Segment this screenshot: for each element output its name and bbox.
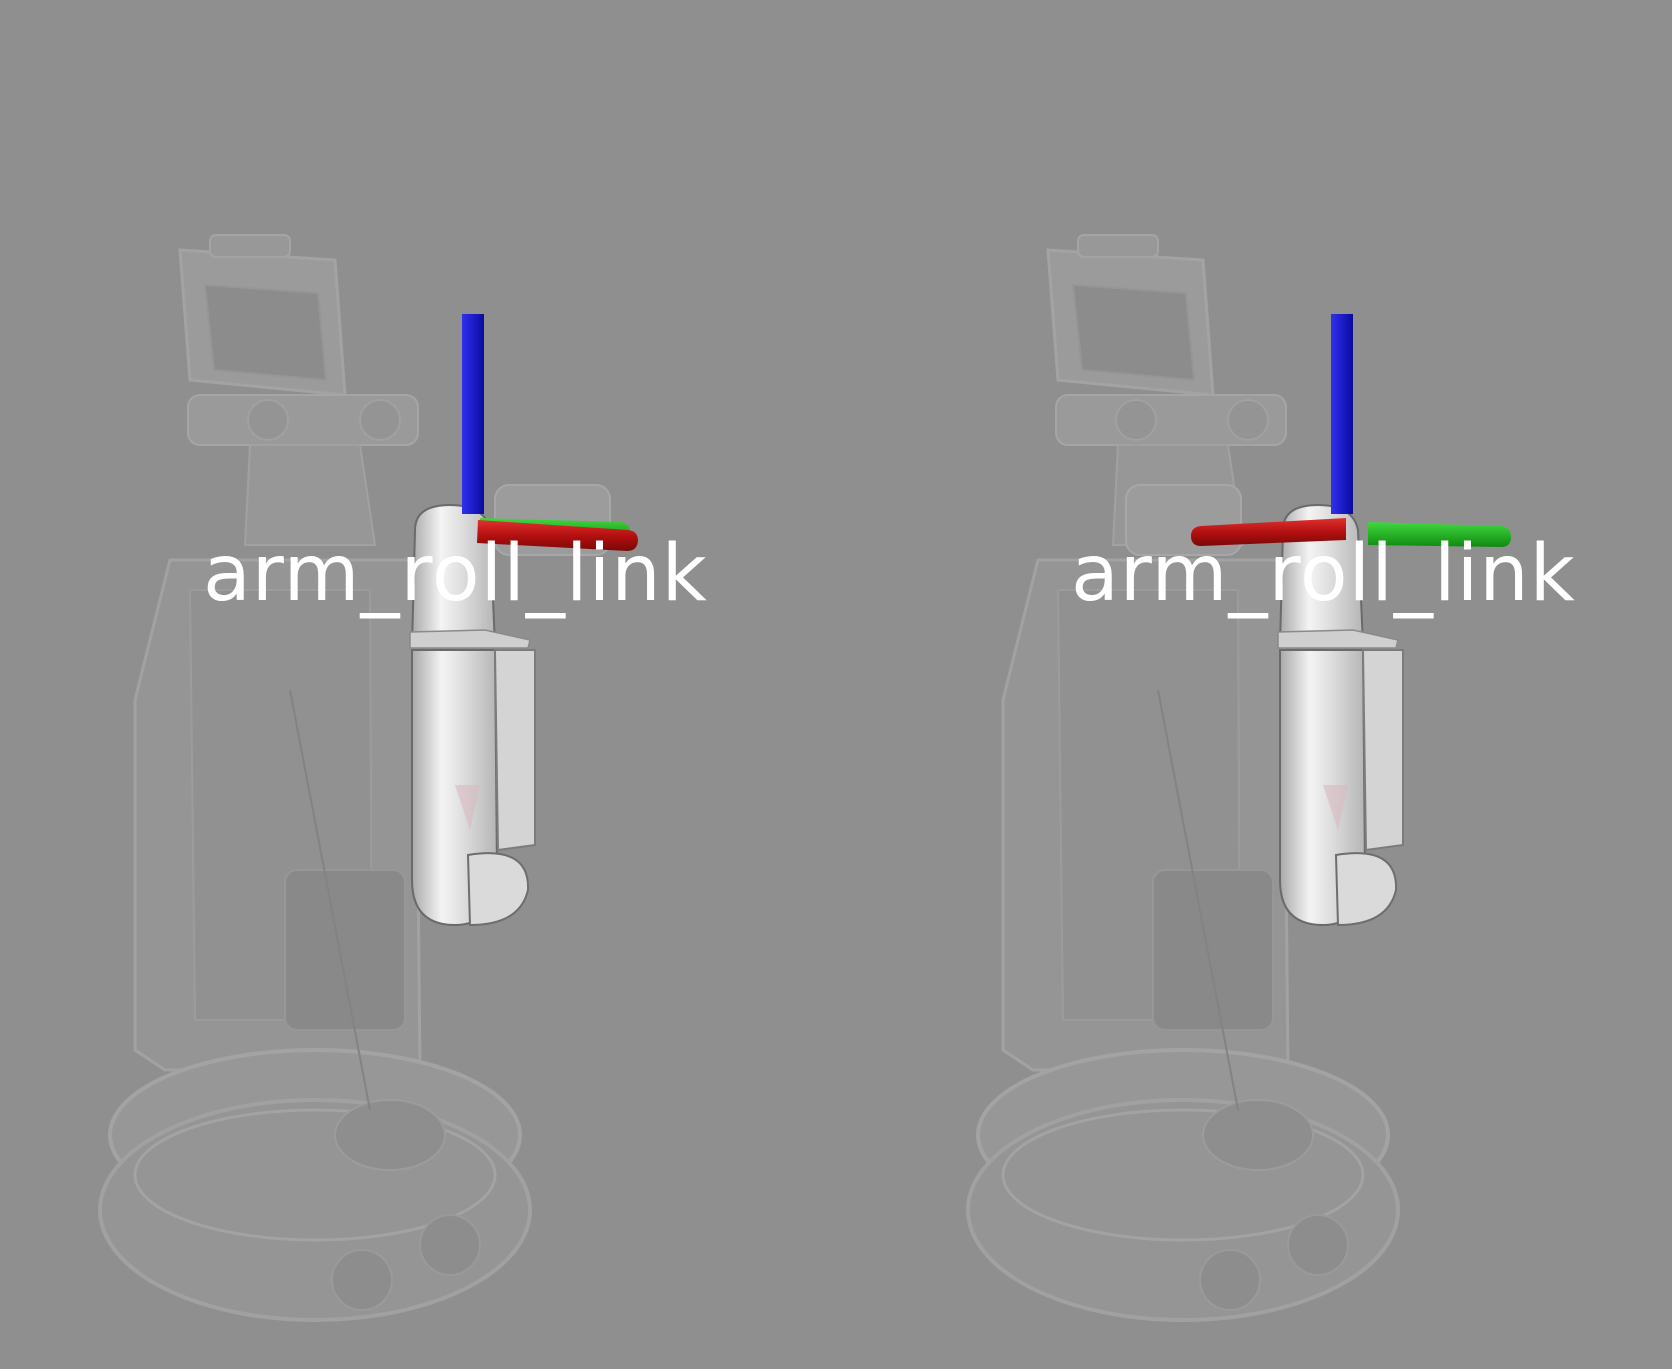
z-axis-marker — [462, 314, 484, 514]
robot-scene-left: arm_roll_link — [98, 234, 708, 1322]
frame-label-left: arm_roll_link — [203, 529, 708, 619]
frame-label-right: arm_roll_link — [1071, 529, 1576, 619]
robot-scene-right: arm_roll_link — [966, 234, 1576, 1322]
rviz-3d-viewport[interactable]: arm_roll_link arm_roll_link — [0, 0, 1672, 1369]
stereo-view-left[interactable]: arm_roll_link — [0, 0, 836, 1369]
z-axis-marker — [1331, 314, 1353, 514]
stereo-view-right[interactable]: arm_roll_link — [836, 0, 1672, 1369]
